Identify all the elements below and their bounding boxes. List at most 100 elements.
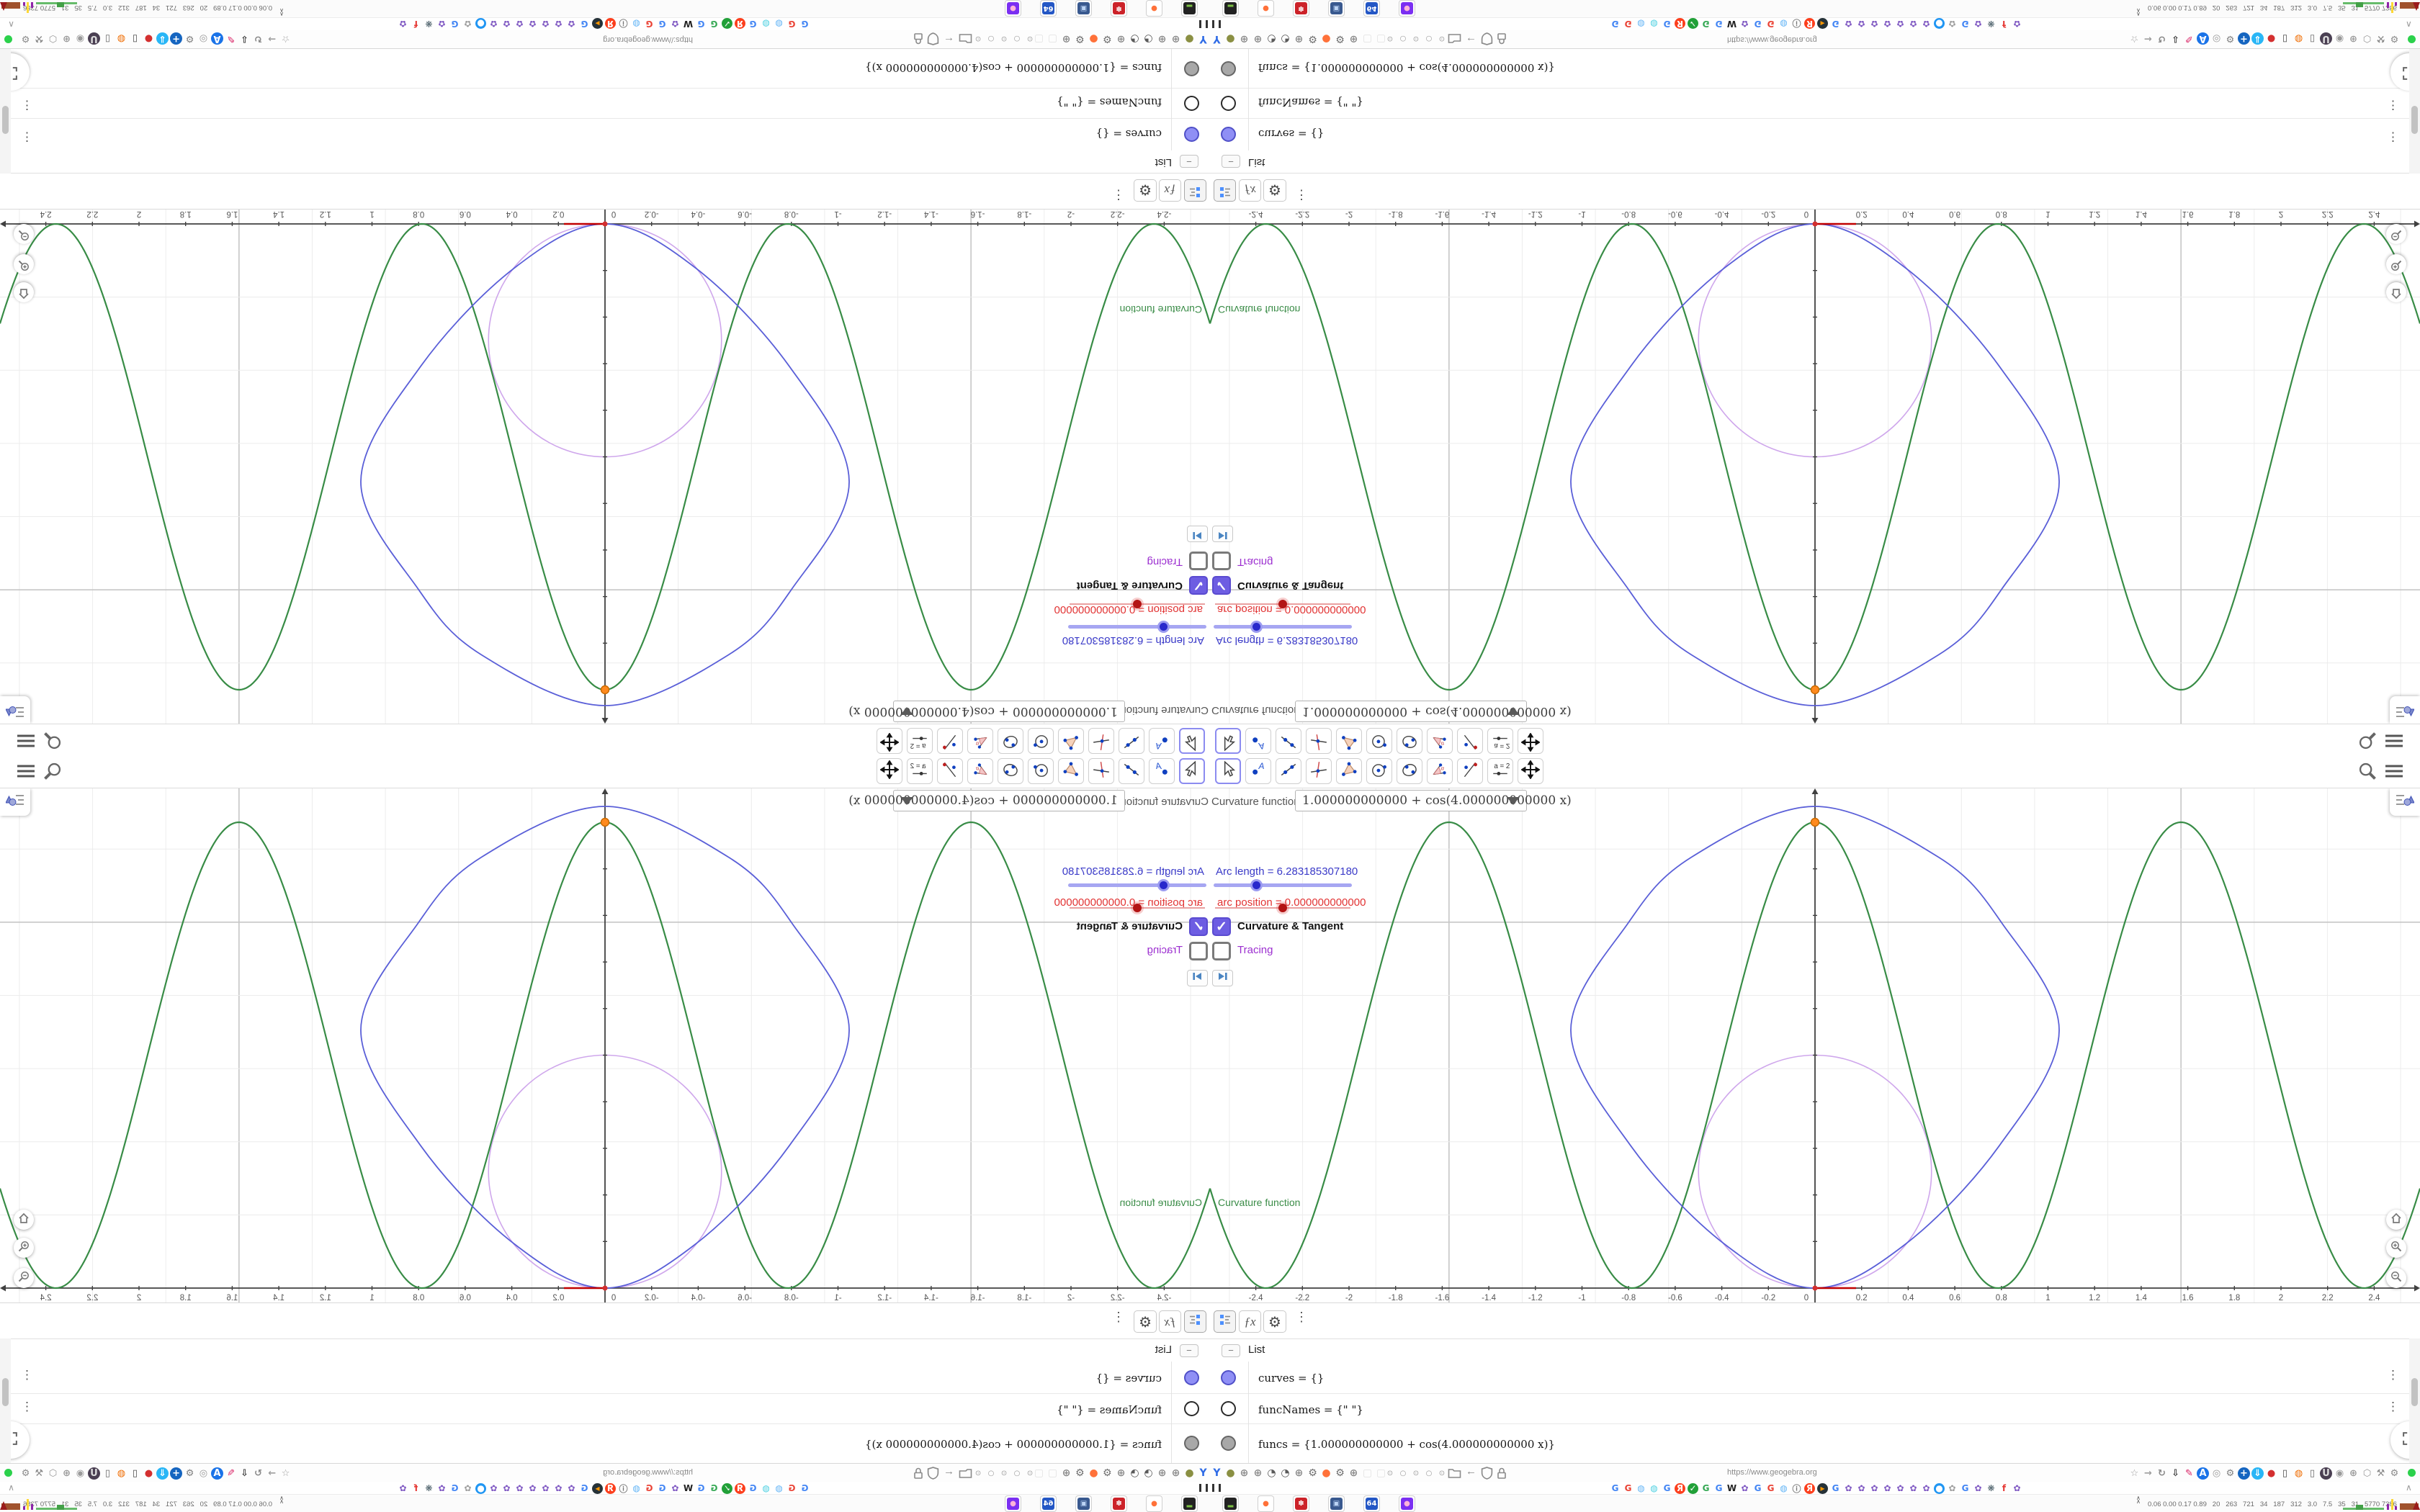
home-button[interactable]	[14, 1210, 34, 1230]
algebra-row-curves[interactable]	[0, 118, 1210, 150]
page-url[interactable]: https://www.geogebra.org	[1727, 35, 1817, 44]
bookmark-favicon[interactable]: ⊕	[1115, 1467, 1127, 1480]
extension-icon[interactable]: ▯	[2306, 33, 2318, 45]
tool-move-view-button[interactable]	[877, 728, 902, 754]
extension-icon[interactable]: ◍	[115, 33, 127, 45]
row-kebab-icon[interactable]: ⋮	[21, 1400, 33, 1413]
bookmark-favicon[interactable]: ⚙	[1101, 32, 1113, 45]
curvature-function-dropdown[interactable]: 1.000000000000 + cos(4.000000000000 x)	[1295, 701, 1572, 722]
extension-icon[interactable]: ⇓	[156, 1467, 169, 1480]
tool-polygon-button[interactable]	[1058, 728, 1084, 754]
tab-favicon[interactable]: ✿	[1973, 19, 1984, 30]
visibility-marble-curves[interactable]	[1184, 127, 1199, 142]
extension-icon[interactable]: +	[170, 32, 182, 45]
bookmark-favicon[interactable]: ⊕	[1156, 1467, 1168, 1480]
algebra-more-kebab-icon[interactable]: ⋮	[1112, 1310, 1125, 1324]
extension-icon[interactable]: ⇩	[2169, 1467, 2182, 1480]
bookmark-favicon[interactable]: ⊕	[1115, 32, 1127, 45]
list-header[interactable]: List	[1155, 156, 1172, 168]
graph-canvas[interactable]: -2.4 -2.2 -2 -1.8 -1.6 -1.4 -1.2 -1 -0.8 -0.6 -0.4…	[1210, 788, 2420, 1302]
bookmark-favicon[interactable]: ⊕	[1293, 32, 1305, 45]
tab-favicon[interactable]: ✿	[1947, 1483, 1958, 1494]
tab-favicon[interactable]: G	[1662, 19, 1672, 30]
tool-angle-button[interactable]: α	[967, 728, 993, 754]
taskbar-app-button[interactable]: ✽	[1111, 0, 1127, 17]
mini-dot-icon[interactable]: ○	[986, 1468, 996, 1478]
tab-favicon[interactable]: W	[683, 19, 694, 30]
lock-icon[interactable]	[913, 29, 924, 45]
extension-icon[interactable]: U	[2320, 1467, 2332, 1480]
extension-icon[interactable]: ▯	[2306, 1467, 2318, 1480]
tab-favicon[interactable]: ⓘ	[1791, 19, 1802, 30]
chevron-up-icon[interactable]: ∧	[8, 1482, 14, 1493]
arc-position-slider[interactable]	[1070, 600, 1205, 608]
tool-conic-button[interactable]	[998, 758, 1023, 784]
extension-icon[interactable]: →	[2142, 33, 2154, 45]
scrollbar-thumb[interactable]	[2, 106, 9, 134]
extension-icon[interactable]: ⊕	[60, 1467, 73, 1480]
algebra-tree-view-button[interactable]	[1184, 1310, 1206, 1333]
tab-favicon[interactable]: G	[748, 1483, 758, 1494]
tool-angle-button[interactable]: α	[1427, 728, 1453, 754]
mini-dot-icon[interactable]: ⊙	[1411, 1468, 1421, 1478]
extension-icon[interactable]: ◉	[74, 1467, 86, 1480]
tab-favicon[interactable]: ✓	[1688, 18, 1698, 30]
extension-icon[interactable]: ⚙	[19, 33, 32, 45]
mini-dot-icon[interactable]: ⊙	[1411, 34, 1421, 44]
tab-favicon[interactable]: G	[449, 19, 460, 30]
folder-icon[interactable]	[1448, 30, 1461, 45]
tool-line-button[interactable]	[1276, 758, 1301, 784]
lock-icon[interactable]	[1496, 29, 1507, 45]
taskbar-app-button[interactable]: 64	[1040, 1495, 1057, 1512]
extension-icon[interactable]: ⇓	[2251, 32, 2264, 45]
tab-favicon[interactable]: G	[1830, 19, 1841, 30]
algebra-tree-view-button[interactable]	[1214, 179, 1236, 202]
extension-icon[interactable]: A	[211, 1467, 223, 1480]
extension-icon[interactable]: ↻	[2156, 33, 2168, 45]
extension-icon[interactable]: ⇓	[156, 32, 169, 45]
algebra-row-funcnames[interactable]	[0, 88, 1210, 118]
tab-favicon[interactable]: ✿	[1869, 19, 1880, 30]
folder-icon[interactable]	[959, 30, 972, 45]
extension-icon[interactable]: ✎	[225, 1467, 237, 1480]
scrollbar-track[interactable]	[2409, 1338, 2420, 1464]
extension-icon[interactable]: +	[2238, 1467, 2250, 1480]
tab-favicon[interactable]: ⓘ	[618, 1483, 629, 1494]
mini-dot-icon[interactable]: ○	[1012, 1468, 1022, 1478]
tool-angle-button[interactable]: α	[1427, 758, 1453, 784]
scrollbar-track[interactable]	[0, 1338, 11, 1464]
arc-position-slider-knob[interactable]	[1133, 600, 1142, 608]
algebra-settings-button[interactable]: ⚙	[1134, 1310, 1157, 1333]
zoom-out-button[interactable]	[14, 224, 34, 244]
extension-icon[interactable]: ⚙	[2224, 33, 2236, 45]
tab-favicon[interactable]: ✿	[1869, 1483, 1880, 1494]
bookmark-favicon[interactable]: ●	[1320, 1467, 1332, 1480]
search-icon[interactable]	[2357, 727, 2378, 751]
extension-icon[interactable]: ⬡	[47, 1467, 59, 1480]
search-icon[interactable]	[42, 761, 63, 785]
tab-favicon[interactable]: ◍	[631, 19, 642, 30]
tab-favicon[interactable]: ●	[475, 1482, 486, 1494]
tool-move-button[interactable]	[1179, 728, 1205, 754]
tracing-checkbox[interactable]	[1189, 552, 1208, 570]
home-button[interactable]	[2386, 1210, 2406, 1230]
tab-favicon[interactable]: ◍	[774, 19, 784, 30]
shield-icon[interactable]	[927, 29, 939, 45]
algebra-more-kebab-icon[interactable]: ⋮	[1295, 1310, 1308, 1323]
extension-icon[interactable]: A	[2197, 1467, 2209, 1480]
mini-dot-icon[interactable]: ○	[986, 34, 996, 44]
arc-position-slider[interactable]	[1215, 904, 1350, 912]
tab-favicon[interactable]: G	[786, 1483, 797, 1494]
tool-perpendicular-line-button[interactable]	[1088, 728, 1114, 754]
tool-polygon-button[interactable]	[1336, 758, 1362, 784]
tab-favicon[interactable]: ✿	[566, 19, 577, 30]
bookmark-favicon[interactable]: ⊕	[1238, 1467, 1250, 1480]
tab-favicon[interactable]: ◍	[1636, 1483, 1646, 1494]
extension-icon[interactable]: ⊕	[60, 33, 73, 45]
bookmark-favicon[interactable]: ⚙	[1074, 1467, 1086, 1480]
taskbar-app-button[interactable]: ✽	[1293, 0, 1309, 17]
scrollbar-track[interactable]	[0, 48, 11, 174]
tracing-checkbox[interactable]	[1189, 942, 1208, 960]
tool-circle-button[interactable]	[1366, 758, 1392, 784]
tab-favicon[interactable]: G	[657, 19, 668, 30]
